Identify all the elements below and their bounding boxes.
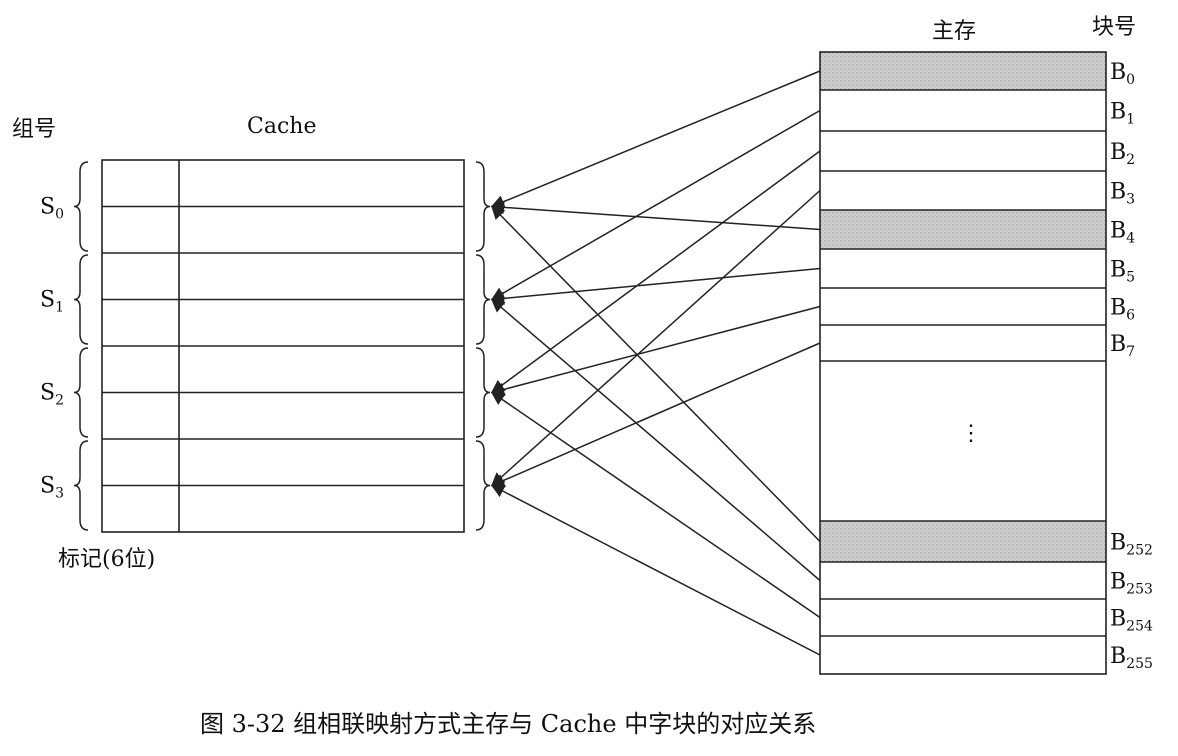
figure-caption: 图 3-32 组相联映射方式主存与 Cache 中字块的对应关系 [200, 710, 816, 738]
shaded-block [820, 52, 1106, 90]
block-label: B3 [1110, 180, 1135, 208]
mapping-arrow [490, 484, 821, 656]
set-left-brace [73, 161, 89, 252]
block-label: B254 [1110, 607, 1153, 635]
set-label: S3 [40, 474, 64, 502]
block-label: B4 [1110, 219, 1135, 247]
mapping-arrow [490, 189, 821, 487]
main-memory-header: 主存 [932, 19, 976, 44]
set-labels: S0 S1 S2 S3 [40, 161, 89, 531]
block-label: B2 [1110, 140, 1135, 168]
block-label: B255 [1110, 644, 1153, 672]
set-associative-mapping-diagram: 组号 Cache 主存 块号 标记(6位) S0S1S2S3 B0B1B2B3B… [12, 15, 1153, 738]
cache-header: Cache [247, 114, 316, 139]
block-label: B1 [1110, 100, 1135, 128]
set-right-brace [475, 161, 491, 252]
mapping-arrow [490, 298, 821, 582]
memory-ellipsis: ⋮ [960, 421, 982, 446]
block-label: B0 [1110, 60, 1135, 88]
set-left-brace [73, 440, 89, 531]
set-label: S1 [40, 288, 64, 316]
block-label: B252 [1110, 531, 1153, 559]
cache-table [101, 159, 465, 533]
main-memory-table: B0 B1 B2 B3 B4 B5 B6 B7 B252 B253 B254 B255 [819, 51, 1153, 675]
set-right-braces [475, 161, 491, 531]
group-number-header: 组号 [12, 117, 56, 142]
mapping-arrow [490, 200, 821, 231]
mapping-arrow [490, 305, 821, 396]
block-label: B5 [1110, 258, 1135, 286]
set-label: S0 [40, 195, 64, 223]
block-label: B7 [1110, 332, 1135, 360]
block-label: B253 [1110, 570, 1153, 598]
memory-outline [819, 51, 1107, 675]
set-label: S2 [40, 381, 64, 409]
set-right-brace [475, 347, 491, 438]
tag-label: 标记(6位) [58, 547, 155, 572]
set-left-brace [73, 347, 89, 438]
mapping-arrow [490, 342, 821, 487]
set-right-brace [475, 254, 491, 345]
mapping-arrow [490, 391, 821, 619]
mapping-arrow [491, 205, 821, 543]
mapping-arrows [490, 70, 821, 656]
set-right-brace [475, 440, 491, 531]
shaded-block [820, 521, 1106, 562]
shaded-block [820, 210, 1106, 249]
set-left-brace [73, 254, 89, 345]
mapping-arrow [490, 267, 821, 306]
block-label: B6 [1110, 296, 1135, 324]
block-number-header: 块号 [1092, 15, 1136, 40]
